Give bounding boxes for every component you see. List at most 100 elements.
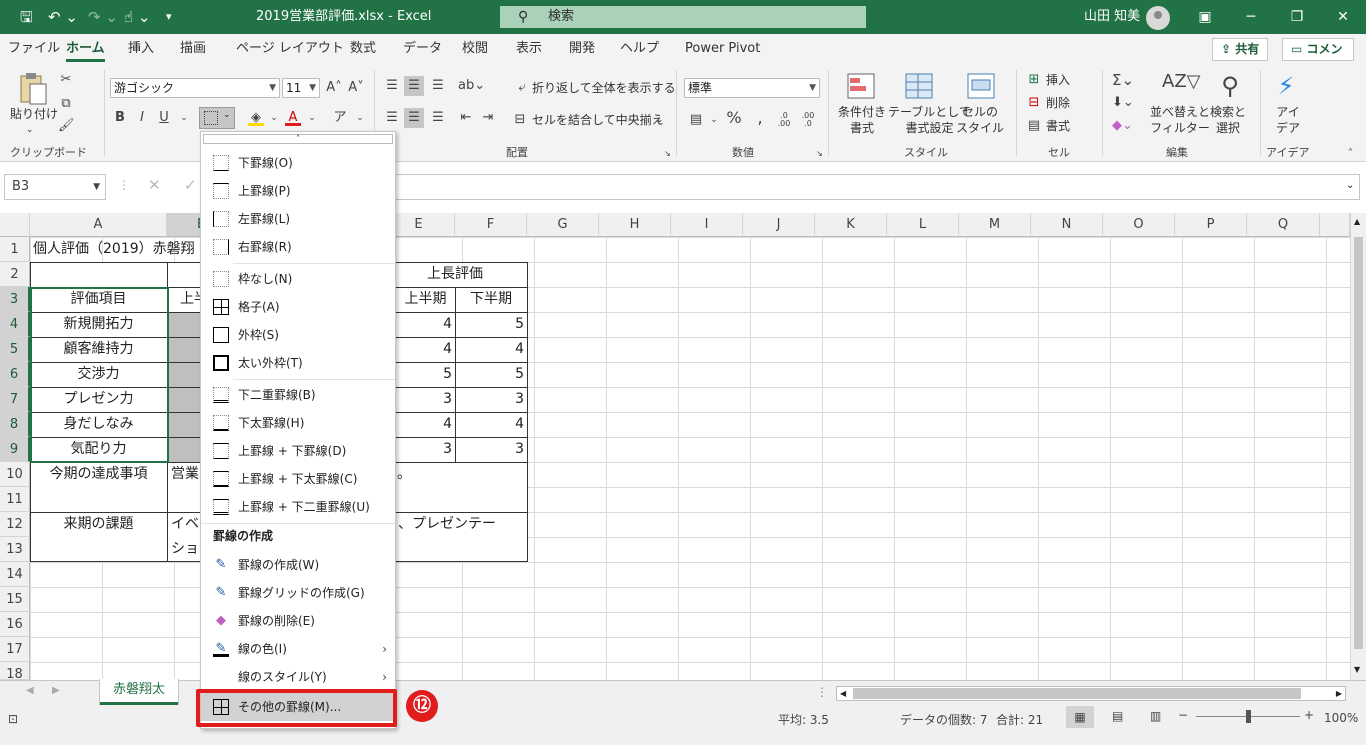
fill-icon[interactable]: ⬇⌄ — [1112, 95, 1134, 111]
row-header[interactable]: 8 — [0, 412, 30, 437]
menu-item-thick-outside-borders[interactable]: 太い外枠(T) — [201, 349, 395, 377]
paste-icon[interactable] — [18, 72, 48, 106]
decrease-indent-icon[interactable]: ⇤ — [458, 110, 474, 126]
font-color-dropdown-icon[interactable]: ⌄ — [304, 110, 320, 126]
format-cells-button[interactable]: 書式 — [1046, 118, 1070, 134]
column-header[interactable]: O — [1103, 213, 1175, 237]
sheet-tab-active[interactable]: 赤磐翔太 — [100, 679, 178, 705]
row-header[interactable]: 4 — [0, 312, 30, 337]
row-header[interactable]: 1 — [0, 237, 30, 262]
scroll-left-icon[interactable]: ◀ — [840, 687, 846, 700]
row-header[interactable]: 17 — [0, 637, 30, 662]
horizontal-scroll-thumb[interactable] — [853, 688, 1301, 699]
column-header[interactable]: G — [527, 213, 599, 237]
cell-f6[interactable]: 5 — [455, 362, 527, 387]
scroll-right-icon[interactable]: ▶ — [1336, 687, 1342, 700]
accounting-icon[interactable]: ▤ — [688, 112, 704, 128]
grow-font-icon[interactable]: A˄ — [326, 80, 342, 96]
row-header[interactable]: 18 — [0, 662, 30, 680]
format-cells-icon[interactable]: ▤ — [1026, 118, 1042, 134]
menu-item-thick-bottom-border[interactable]: 下太罫線(H) — [201, 409, 395, 437]
clear-icon[interactable]: ◆⌄ — [1112, 118, 1133, 134]
save-icon[interactable]: 🖫 — [20, 0, 33, 34]
split-grip-icon[interactable]: ⋮ — [816, 685, 828, 699]
comment-button[interactable]: ▭ コメント — [1282, 38, 1354, 77]
row-header[interactable]: 6 — [0, 362, 30, 387]
menu-item-bottom-double-border[interactable]: 下二重罫線(B) — [201, 381, 395, 409]
insert-cells-icon[interactable]: ⊞ — [1026, 72, 1042, 88]
vertical-scrollbar[interactable]: ▲ ▼ — [1350, 213, 1366, 680]
tab-page-layout[interactable]: ページ レイアウト — [236, 34, 344, 64]
fill-color-icon[interactable]: ◈ — [248, 110, 264, 126]
row-header[interactable]: 7 — [0, 387, 30, 412]
menu-item-outside-borders[interactable]: 外枠(S) — [201, 321, 395, 349]
tab-data[interactable]: データ — [403, 34, 442, 64]
menu-item-left-border[interactable]: 左罫線(L) — [201, 205, 395, 233]
percent-icon[interactable]: % — [726, 110, 742, 126]
expand-formula-icon[interactable]: ⌄ — [1346, 180, 1354, 191]
menu-item-erase-border[interactable]: ◆ 罫線の削除(E) — [201, 607, 395, 635]
merge-dropdown-icon[interactable]: ⌄ — [656, 112, 664, 128]
row-header[interactable]: 10 — [0, 462, 30, 487]
column-header[interactable]: K — [815, 213, 887, 237]
column-header[interactable]: F — [455, 213, 527, 237]
scroll-down-icon[interactable]: ▼ — [1354, 665, 1360, 674]
delete-cells-button[interactable]: 削除 — [1046, 95, 1070, 111]
tab-view[interactable]: 表示 — [516, 34, 542, 64]
cell-a3[interactable]: 評価項目 — [30, 287, 167, 312]
align-middle-icon[interactable]: ☰ — [404, 76, 424, 96]
column-header[interactable]: J — [743, 213, 815, 237]
conditional-format-icon[interactable] — [846, 72, 876, 102]
menu-item-no-border[interactable]: 枠なし(N) — [201, 265, 395, 293]
increase-decimal-icon[interactable]: .0.00 — [776, 112, 792, 128]
sort-filter-icon[interactable]: AZ▽ — [1162, 73, 1201, 91]
horizontal-scrollbar[interactable]: ◀ ▶ — [836, 686, 1346, 701]
decrease-decimal-icon[interactable]: .00.0 — [800, 112, 816, 128]
ideas-button[interactable]: アイ デア — [1276, 104, 1300, 136]
cell-a7[interactable]: プレゼン力 — [30, 387, 167, 412]
copy-icon[interactable]: ⧉ — [58, 96, 74, 112]
font-color-icon[interactable]: A — [285, 110, 301, 126]
accounting-dropdown-icon[interactable]: ⌄ — [706, 112, 722, 128]
cell-f9[interactable]: 3 — [455, 437, 527, 462]
tab-help[interactable]: ヘルプ — [620, 34, 659, 64]
row-header[interactable]: 3 — [0, 287, 30, 312]
cut-icon[interactable]: ✂ — [58, 72, 74, 88]
column-header[interactable]: P — [1175, 213, 1247, 237]
align-center-icon[interactable]: ☰ — [404, 108, 424, 128]
cell-a5[interactable]: 顧客維持力 — [30, 337, 167, 362]
menu-item-line-color[interactable]: ✎ 線の色(I) › — [201, 635, 395, 663]
normal-view-icon[interactable]: ▦ — [1066, 706, 1094, 728]
cell-styles-button[interactable]: セルの スタイル — [956, 104, 1004, 136]
cell-a9[interactable]: 気配り力 — [30, 437, 167, 462]
cell-a10[interactable]: 今期の達成事項 — [30, 462, 167, 487]
insert-cells-button[interactable]: 挿入 — [1046, 72, 1070, 88]
cell-f4[interactable]: 5 — [455, 312, 527, 337]
page-layout-view-icon[interactable]: ▤ — [1112, 709, 1123, 723]
column-header[interactable]: N — [1031, 213, 1103, 237]
search-box[interactable]: ⚲ 検索 — [500, 6, 866, 28]
font-size-combo[interactable]: 11 ▼ — [282, 78, 320, 98]
menu-item-top-double-bottom-border[interactable]: 上罫線 + 下二重罫線(U) — [201, 493, 395, 521]
merge-center-button[interactable]: セルを結合して中央揃え — [532, 112, 664, 128]
row-header[interactable]: 14 — [0, 562, 30, 587]
tab-formulas[interactable]: 数式 — [350, 34, 376, 64]
number-launcher-icon[interactable]: ↘ — [816, 146, 823, 162]
prev-sheet-icon[interactable]: ◀ — [26, 685, 34, 696]
confirm-entry-icon[interactable]: ✓ — [184, 176, 197, 194]
paste-label[interactable]: 貼り付け — [10, 106, 58, 122]
delete-cells-icon[interactable]: ⊟ — [1026, 95, 1042, 111]
tab-power-pivot[interactable]: Power Pivot — [685, 34, 760, 64]
customize-qat-icon[interactable]: ▾ — [166, 0, 172, 34]
menu-item-top-thick-bottom-border[interactable]: 上罫線 + 下太罫線(C) — [201, 465, 395, 493]
comma-icon[interactable]: , — [752, 110, 768, 126]
zoom-in-icon[interactable]: + — [1304, 708, 1314, 722]
cell-b13[interactable]: ショ — [171, 537, 201, 562]
cell-f8[interactable]: 4 — [455, 412, 527, 437]
align-top-icon[interactable]: ☰ — [384, 78, 400, 94]
menu-item-draw-border[interactable]: ✎ 罫線の作成(W) — [201, 551, 395, 579]
cell-styles-icon[interactable] — [966, 72, 996, 102]
tab-developer[interactable]: 開発 — [569, 34, 595, 64]
cell-d10[interactable]: 。 — [397, 462, 417, 487]
sort-filter-button[interactable]: 並べ替えと フィルター — [1150, 104, 1210, 136]
